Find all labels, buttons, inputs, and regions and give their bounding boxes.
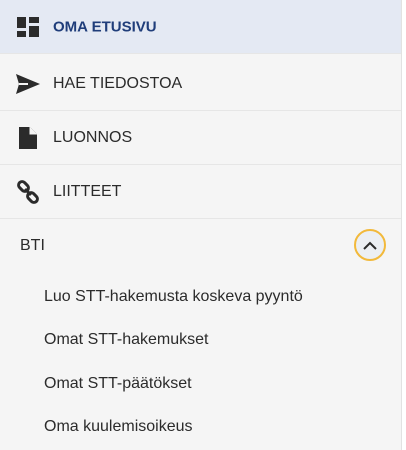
dashboard-icon (16, 15, 40, 39)
document-icon (16, 126, 40, 150)
nav-item-oma-etusivu[interactable]: OMA ETUSIVU (0, 0, 401, 54)
section-bti: BTI Luo STT-hakemusta koskeva pyyntö Oma… (0, 219, 401, 450)
link-icon (16, 179, 40, 204)
sub-item-label: Omat STT-hakemukset (44, 331, 209, 348)
sub-item-luo-stt-pyynto[interactable]: Luo STT-hakemusta koskeva pyyntö (0, 275, 401, 319)
nav-item-luonnos[interactable]: LUONNOS (0, 111, 401, 165)
sub-item-label: Luo STT-hakemusta koskeva pyyntö (44, 288, 303, 305)
nav-item-label: HAE TIEDOSTOA (53, 74, 183, 92)
sidebar-nav: OMA ETUSIVU HAE TIEDOSTOA LUONNOS LIITTE… (0, 0, 402, 450)
section-header: BTI (0, 219, 401, 273)
sub-item-omat-stt-hakemukset[interactable]: Omat STT-hakemukset (0, 318, 401, 362)
nav-item-label: OMA ETUSIVU (53, 18, 157, 35)
sub-item-omat-stt-paatokset[interactable]: Omat STT-päätökset (0, 362, 401, 406)
collapse-section-button[interactable] (354, 229, 386, 261)
sub-item-label: Omat STT-päätökset (44, 375, 192, 392)
nav-item-hae-tiedostoa[interactable]: HAE TIEDOSTOA (0, 57, 401, 111)
nav-item-label: LUONNOS (53, 128, 133, 146)
nav-item-label: LIITTEET (53, 182, 122, 200)
chevron-up-icon (363, 241, 377, 250)
nav-item-liitteet[interactable]: LIITTEET (0, 165, 401, 219)
sub-item-label: Oma kuulemisoikeus (44, 418, 193, 435)
sub-item-oma-kuulemisoikeus[interactable]: Oma kuulemisoikeus (0, 405, 401, 449)
section-title: BTI (20, 237, 45, 254)
send-arrow-icon (16, 72, 40, 96)
